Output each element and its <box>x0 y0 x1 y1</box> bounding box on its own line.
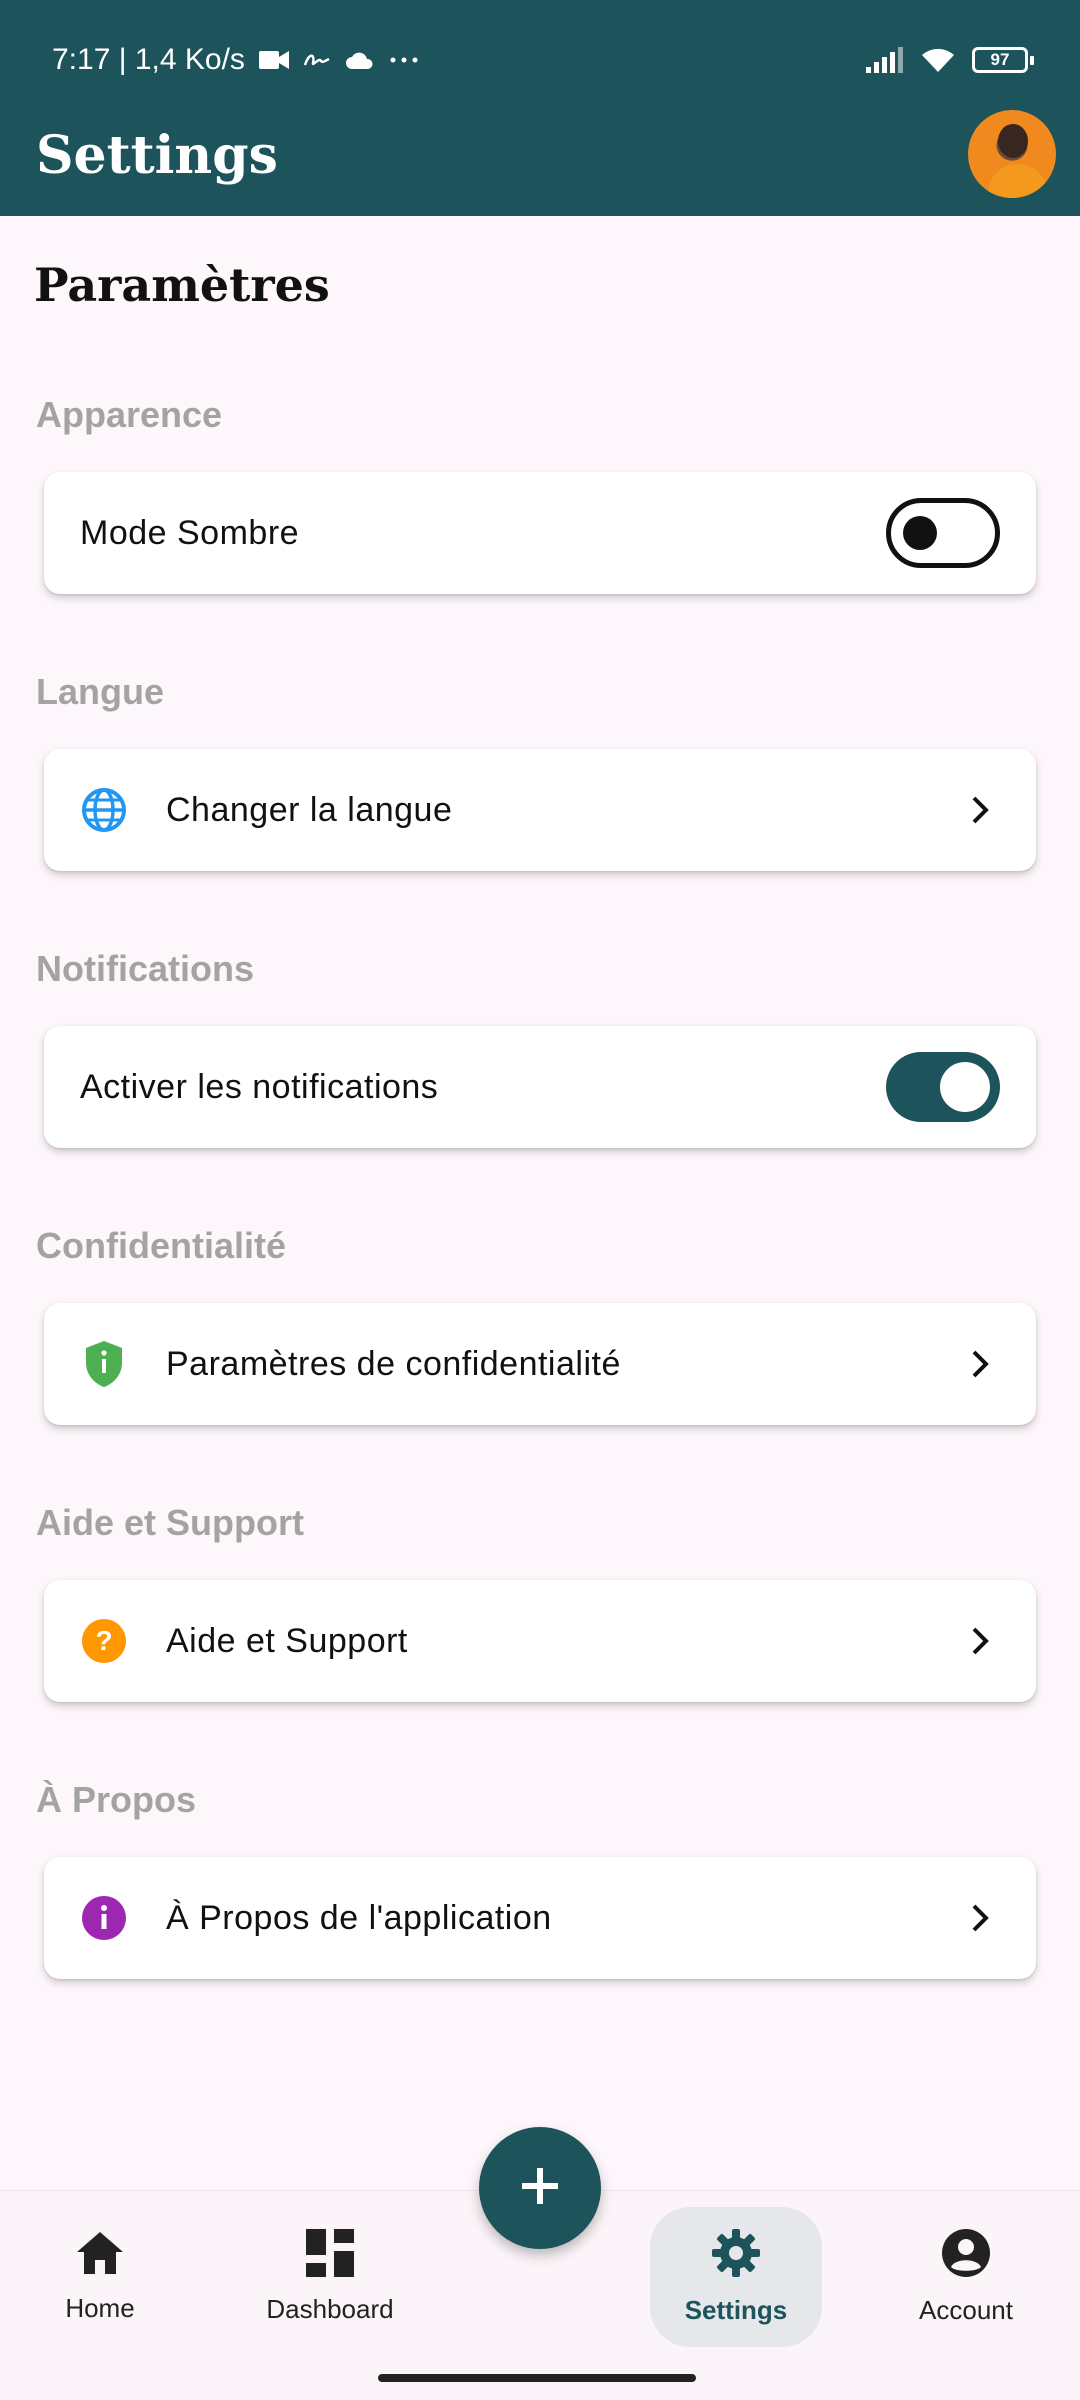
change-language-row[interactable]: Changer la langue <box>44 749 1036 871</box>
privacy-settings-label: Paramètres de confidentialité <box>166 1344 621 1383</box>
chevron-right-icon <box>960 1898 1000 1938</box>
status-right: 97 <box>866 46 1034 74</box>
notifications-row[interactable]: Activer les notifications <box>44 1026 1036 1148</box>
battery-level: 97 <box>990 50 1010 69</box>
nav-dashboard[interactable]: Dashboard <box>244 2207 416 2347</box>
notifications-toggle[interactable] <box>886 1052 1000 1122</box>
battery-icon: 97 <box>972 47 1034 73</box>
page-title: Paramètres <box>34 258 330 312</box>
status-time: 7:17 | 1,4 Ko/s <box>52 43 245 76</box>
help-circle-icon: ? <box>80 1617 128 1665</box>
chevron-right-icon <box>960 1344 1000 1384</box>
dashboard-icon <box>306 2229 354 2282</box>
section-label-about: À Propos <box>36 1779 197 1820</box>
toggle-knob <box>903 516 937 550</box>
about-app-row[interactable]: À Propos de l'application <box>44 1857 1036 1979</box>
nav-settings[interactable]: Settings <box>650 2207 822 2347</box>
status-left: 7:17 | 1,4 Ko/s <box>52 43 419 77</box>
video-camera-icon <box>258 49 289 71</box>
plus-icon <box>518 2164 562 2213</box>
dark-mode-label: Mode Sombre <box>80 513 300 552</box>
more-dots-icon <box>389 55 419 65</box>
section-label-privacy: Confidentialité <box>36 1225 286 1266</box>
gear-icon <box>711 2228 761 2283</box>
info-icon <box>80 1894 128 1942</box>
status-bar: 7:17 | 1,4 Ko/s 97 <box>0 0 1080 120</box>
nav-settings-label: Settings <box>684 2295 788 2325</box>
wifi-icon <box>920 46 956 74</box>
section-label-appearance: Apparence <box>36 394 223 435</box>
top-app-bar: 7:17 | 1,4 Ko/s 97 Settings <box>0 0 1080 216</box>
nav-home-label: Home <box>65 2293 135 2323</box>
section-label-help: Aide et Support <box>36 1502 304 1543</box>
dark-mode-row[interactable]: Mode Sombre <box>44 472 1036 594</box>
privacy-settings-row[interactable]: Paramètres de confidentialité <box>44 1303 1036 1425</box>
add-fab-button[interactable] <box>479 2127 601 2249</box>
about-app-label: À Propos de l'application <box>166 1898 552 1937</box>
section-label-language: Langue <box>36 671 165 712</box>
help-support-row[interactable]: ? Aide et Support <box>44 1580 1036 1702</box>
globe-icon <box>80 786 128 834</box>
nav-account-label: Account <box>919 2295 1013 2325</box>
toggle-knob <box>940 1062 990 1112</box>
app-title: Settings <box>36 125 278 186</box>
change-language-label: Changer la langue <box>166 790 453 829</box>
nav-account[interactable]: Account <box>880 2207 1052 2347</box>
avatar[interactable] <box>968 110 1056 198</box>
home-icon <box>75 2230 125 2281</box>
shield-icon <box>80 1340 128 1388</box>
svg-text:?: ? <box>95 1625 112 1656</box>
signal-icon <box>866 47 904 73</box>
notifications-label: Activer les notifications <box>80 1067 439 1106</box>
cloud-icon <box>345 49 375 71</box>
account-circle-icon <box>941 2228 991 2283</box>
section-label-notifications: Notifications <box>36 948 255 989</box>
nav-dashboard-label: Dashboard <box>266 2294 394 2324</box>
help-support-label: Aide et Support <box>166 1621 408 1660</box>
signature-icon <box>303 49 331 71</box>
dark-mode-toggle[interactable] <box>886 498 1000 568</box>
home-indicator[interactable] <box>378 2374 696 2382</box>
chevron-right-icon <box>960 1621 1000 1661</box>
nav-home[interactable]: Home <box>14 2207 186 2347</box>
chevron-right-icon <box>960 790 1000 830</box>
